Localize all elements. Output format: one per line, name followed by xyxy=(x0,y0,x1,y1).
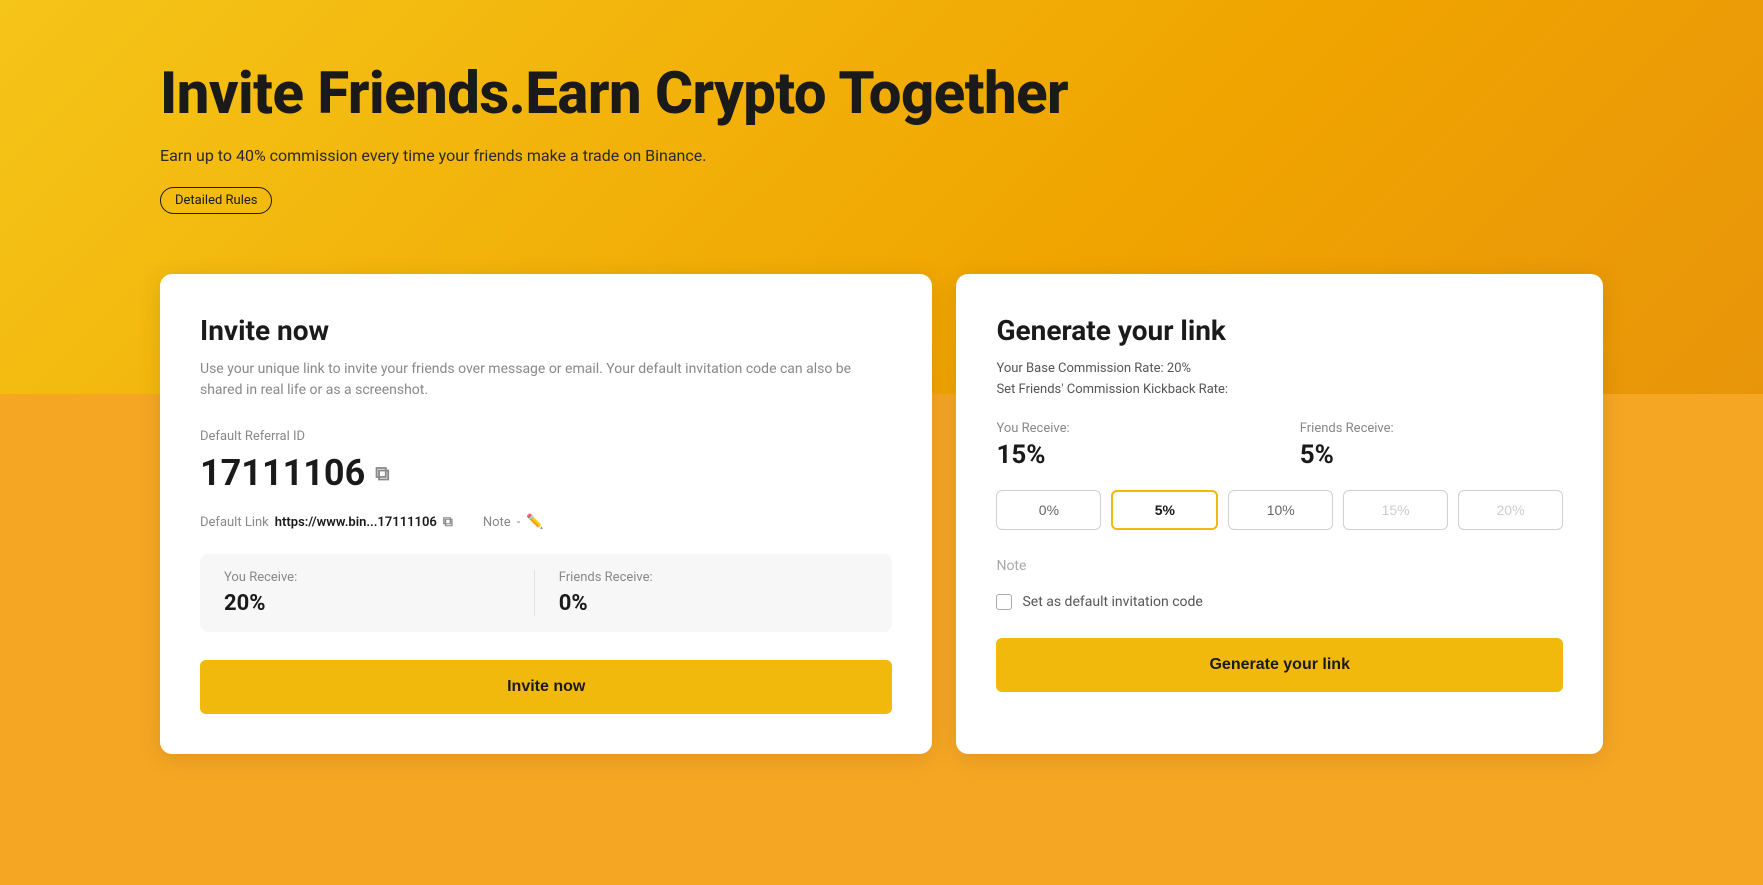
default-code-label: Set as default invitation code xyxy=(1022,594,1202,610)
default-code-checkbox[interactable] xyxy=(996,594,1012,610)
note-label: Note xyxy=(483,515,511,530)
default-link-section: Default Link https://www.bin...17111106 … xyxy=(200,514,453,530)
you-receive-col-right: You Receive: 15% xyxy=(996,421,1259,470)
receive-box: You Receive: 20% Friends Receive: 0% xyxy=(200,554,892,632)
generate-card-title: Generate your link xyxy=(996,314,1563,347)
you-receive-col: You Receive: 20% xyxy=(224,570,534,616)
base-commission-rate: Your Base Commission Rate: 20% xyxy=(996,359,1563,380)
invite-card-title: Invite now xyxy=(200,314,892,347)
friends-receive-col: Friends Receive: 0% xyxy=(534,570,869,616)
commission-info: Your Base Commission Rate: 20% Set Frien… xyxy=(996,359,1563,401)
friends-receive-value-right: 5% xyxy=(1300,440,1563,470)
referral-id-row: 17111106 ⧉ xyxy=(200,452,892,494)
referral-id-label: Default Referral ID xyxy=(200,429,892,444)
set-friends-label: Set Friends' Commission Kickback Rate: xyxy=(996,380,1563,401)
note-dash: - xyxy=(517,515,521,530)
cards-container: Invite now Use your unique link to invit… xyxy=(0,274,1763,754)
friends-receive-col-right: Friends Receive: 5% xyxy=(1300,421,1563,470)
note-section: Note - ✏️ xyxy=(483,514,544,530)
rate-btn-20[interactable]: 20% xyxy=(1458,490,1563,530)
rate-btn-15[interactable]: 15% xyxy=(1343,490,1448,530)
friends-receive-value: 0% xyxy=(559,591,869,616)
you-receive-label-right: You Receive: xyxy=(996,421,1259,436)
you-receive-value: 20% xyxy=(224,591,534,616)
rate-btn-5[interactable]: 5% xyxy=(1111,490,1218,530)
referral-id-copy-icon[interactable]: ⧉ xyxy=(375,461,389,485)
referral-id-value: 17111106 xyxy=(200,452,365,494)
friends-receive-label-right: Friends Receive: xyxy=(1300,421,1563,436)
rate-buttons: 0% 5% 10% 15% 20% xyxy=(996,490,1563,530)
invite-now-button[interactable]: Invite now xyxy=(200,660,892,714)
default-link-label: Default Link xyxy=(200,515,269,530)
you-receive-label: You Receive: xyxy=(224,570,534,585)
hero-subtitle: Earn up to 40% commission every time you… xyxy=(160,146,1603,165)
friends-receive-label: Friends Receive: xyxy=(559,570,869,585)
note-edit-icon[interactable]: ✏️ xyxy=(526,514,543,530)
default-code-row: Set as default invitation code xyxy=(996,594,1563,610)
generate-link-button[interactable]: Generate your link xyxy=(996,638,1563,692)
invite-card-description: Use your unique link to invite your frie… xyxy=(200,359,892,401)
rate-btn-0[interactable]: 0% xyxy=(996,490,1101,530)
link-row: Default Link https://www.bin...17111106 … xyxy=(200,514,892,530)
rate-btn-10[interactable]: 10% xyxy=(1228,490,1333,530)
you-receive-value-right: 15% xyxy=(996,440,1259,470)
generate-note-label: Note xyxy=(996,558,1563,574)
hero-title: Invite Friends.Earn Crypto Together xyxy=(160,60,1603,128)
invite-card: Invite now Use your unique link to invit… xyxy=(160,274,932,754)
rate-row: You Receive: 15% Friends Receive: 5% xyxy=(996,421,1563,470)
generate-card: Generate your link Your Base Commission … xyxy=(956,274,1603,754)
detailed-rules-button[interactable]: Detailed Rules xyxy=(160,187,272,214)
default-link-value: https://www.bin...17111106 ⧉ xyxy=(275,514,453,530)
link-copy-icon[interactable]: ⧉ xyxy=(443,514,453,530)
